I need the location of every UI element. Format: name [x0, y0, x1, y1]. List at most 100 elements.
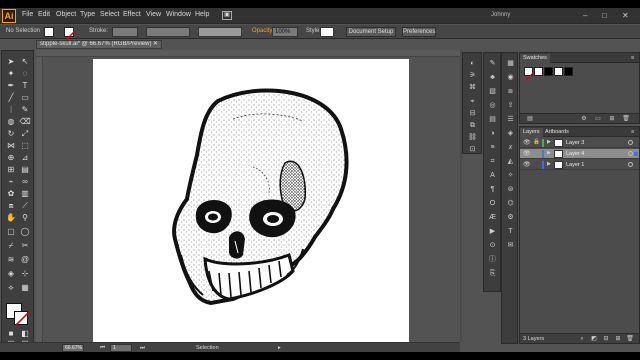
layer-name[interactable]: Layer 1: [566, 162, 584, 168]
graphic-styles-panel-icon[interactable]: ▧: [487, 87, 498, 96]
visibility-eye-icon[interactable]: 👁: [523, 161, 531, 168]
visibility-eye-icon[interactable]: 👁: [523, 150, 531, 157]
appearance-panel-icon[interactable]: ◎: [487, 101, 498, 110]
document-setup-button[interactable]: Document Setup: [346, 27, 396, 37]
text-panel-icon[interactable]: T: [505, 227, 516, 236]
line-tool-icon[interactable]: ╱: [4, 93, 18, 103]
fill-swatch[interactable]: [44, 27, 54, 37]
zoom-tool-icon[interactable]: ⚲: [18, 213, 32, 223]
swatch-options-icon[interactable]: ⚙: [580, 115, 588, 123]
gradient-panel-icon[interactable]: ▤: [487, 115, 498, 124]
new-layer-icon[interactable]: ⊞: [614, 335, 622, 343]
image-trace-panel-icon[interactable]: ⌗: [487, 157, 498, 166]
maximize-icon[interactable]: □: [602, 11, 607, 20]
pathfinder-panel-icon[interactable]: ⧉: [467, 121, 478, 130]
attributes-panel-icon[interactable]: ⊙: [487, 241, 498, 250]
separations-panel-icon[interactable]: ⊜: [505, 185, 516, 194]
blob-brush-tool-icon[interactable]: ◍: [4, 117, 18, 127]
variables-panel-icon[interactable]: 𝑥: [505, 143, 516, 152]
swatch[interactable]: [554, 67, 563, 76]
twirl-tool-icon[interactable]: @: [18, 255, 32, 265]
scissors-tool-icon[interactable]: ✂: [18, 241, 32, 251]
chart-tool-icon[interactable]: ▦: [18, 283, 32, 293]
magic-wand-tool-icon[interactable]: ✦: [4, 69, 18, 79]
artboard-number-field[interactable]: 1: [110, 344, 132, 352]
rotate-tool-icon[interactable]: ↻: [4, 129, 18, 139]
eraser-tool-icon[interactable]: ⌫: [18, 117, 32, 127]
artboards-panel-icon[interactable]: ⧈: [505, 87, 516, 96]
shape-builder-tool-icon[interactable]: ⊕: [4, 153, 18, 163]
warp-tool-icon[interactable]: ≋: [4, 255, 18, 265]
layer-row[interactable]: 👁 ▶ Layer 4: [520, 149, 639, 159]
transparency-panel-icon[interactable]: ◑: [487, 129, 498, 138]
asset-export-icon[interactable]: ⇪: [505, 101, 516, 110]
delete-swatch-icon[interactable]: 🗑: [622, 115, 630, 123]
visibility-eye-icon[interactable]: 👁: [523, 139, 531, 146]
new-color-group-icon[interactable]: ▭: [594, 115, 602, 123]
stroke-panel-icon[interactable]: ≡: [487, 143, 498, 152]
info-panel-icon[interactable]: ⓘ: [487, 255, 498, 264]
symbol-sprayer-tool-icon[interactable]: ✿: [4, 189, 18, 199]
swatches-panel-icon[interactable]: ▦: [505, 59, 516, 68]
new-swatch-icon[interactable]: ⊞: [608, 115, 616, 123]
panel-menu-icon[interactable]: ≡: [628, 54, 637, 63]
current-tool-status[interactable]: Selection: [196, 345, 219, 351]
knife-tool-icon[interactable]: ⌿: [4, 241, 18, 251]
zoom-level-field[interactable]: 66.67%: [62, 344, 84, 352]
pencil-tool-icon[interactable]: ✎: [18, 105, 32, 115]
gradient-mode-icon[interactable]: ◧: [18, 329, 32, 339]
opacity-label[interactable]: Opacity:: [252, 28, 274, 34]
character-panel-icon[interactable]: A: [487, 171, 498, 180]
color-mode-icon[interactable]: ■: [4, 329, 18, 339]
target-circle-icon[interactable]: [628, 162, 633, 167]
brush-definition-field[interactable]: [198, 27, 242, 37]
comment-panel-icon[interactable]: ✉: [505, 241, 516, 250]
pen-tool-icon[interactable]: ✒: [4, 81, 18, 91]
menu-type[interactable]: Type: [80, 11, 95, 18]
brushes-panel-icon[interactable]: ✎: [487, 59, 498, 68]
layers-panel-icon[interactable]: ◈: [505, 129, 516, 138]
none-swatch[interactable]: [524, 67, 535, 82]
properties-panel-icon[interactable]: ☰: [505, 115, 516, 124]
swatch[interactable]: [544, 67, 553, 76]
delete-layer-icon[interactable]: 🗑: [626, 335, 634, 343]
close-document-icon[interactable]: ✕: [153, 41, 158, 48]
layers-tab[interactable]: Layers: [520, 128, 543, 137]
menu-file[interactable]: File: [22, 11, 33, 18]
expand-triangle-icon[interactable]: ▶: [547, 150, 551, 156]
stroke-weight-field[interactable]: [112, 27, 138, 37]
scale-tool-icon[interactable]: ⤢: [18, 129, 32, 139]
horizontal-ruler[interactable]: [36, 50, 460, 57]
menu-window[interactable]: Window: [166, 11, 191, 18]
vertical-ruler[interactable]: [36, 57, 43, 342]
layer-name[interactable]: Layer 3: [566, 140, 584, 146]
puppet-warp-tool-icon[interactable]: ⟡: [4, 283, 18, 293]
layer-row[interactable]: 👁 🔒 ▶ Layer 3: [520, 138, 639, 148]
lasso-tool-icon[interactable]: ◌: [18, 69, 32, 79]
selection-tool-icon[interactable]: ➤: [4, 57, 18, 67]
close-window-icon[interactable]: ✕: [622, 11, 629, 20]
type-tool-icon[interactable]: T: [18, 81, 32, 91]
align-panel-icon[interactable]: ⊟: [467, 109, 478, 118]
navigator-panel-icon[interactable]: ⊡: [467, 145, 478, 154]
target-circle-icon[interactable]: [628, 140, 633, 145]
swatches-tab[interactable]: Swatches: [520, 54, 550, 63]
locate-object-icon[interactable]: ⌕: [578, 335, 586, 343]
transform-panel-icon[interactable]: ⌖: [467, 97, 478, 106]
preferences-button[interactable]: Preferences: [402, 27, 436, 37]
document-tab[interactable]: stipple-skull.ai* @ 66.67% (RGB/Preview)…: [36, 40, 162, 49]
artboard-tool-icon[interactable]: ⧈: [4, 201, 18, 211]
stroke-swatch[interactable]: [64, 27, 76, 42]
measure-tool-icon[interactable]: ⊹: [18, 269, 32, 279]
menu-effect[interactable]: Effect: [123, 11, 141, 18]
status-menu-arrow-icon[interactable]: ▸: [278, 345, 281, 351]
libraries-icon[interactable]: ⌘: [467, 83, 478, 92]
hand-tool-icon[interactable]: ✋: [4, 213, 18, 223]
links-panel-icon[interactable]: ⛓: [467, 133, 478, 142]
color-wheel-icon[interactable]: ◉: [505, 73, 516, 82]
menu-edit[interactable]: Edit: [38, 11, 50, 18]
variable-width-field[interactable]: [146, 27, 190, 37]
target-circle-icon[interactable]: [628, 151, 633, 156]
color-panel-icon[interactable]: ◐: [467, 59, 478, 68]
swatch[interactable]: [564, 67, 573, 76]
